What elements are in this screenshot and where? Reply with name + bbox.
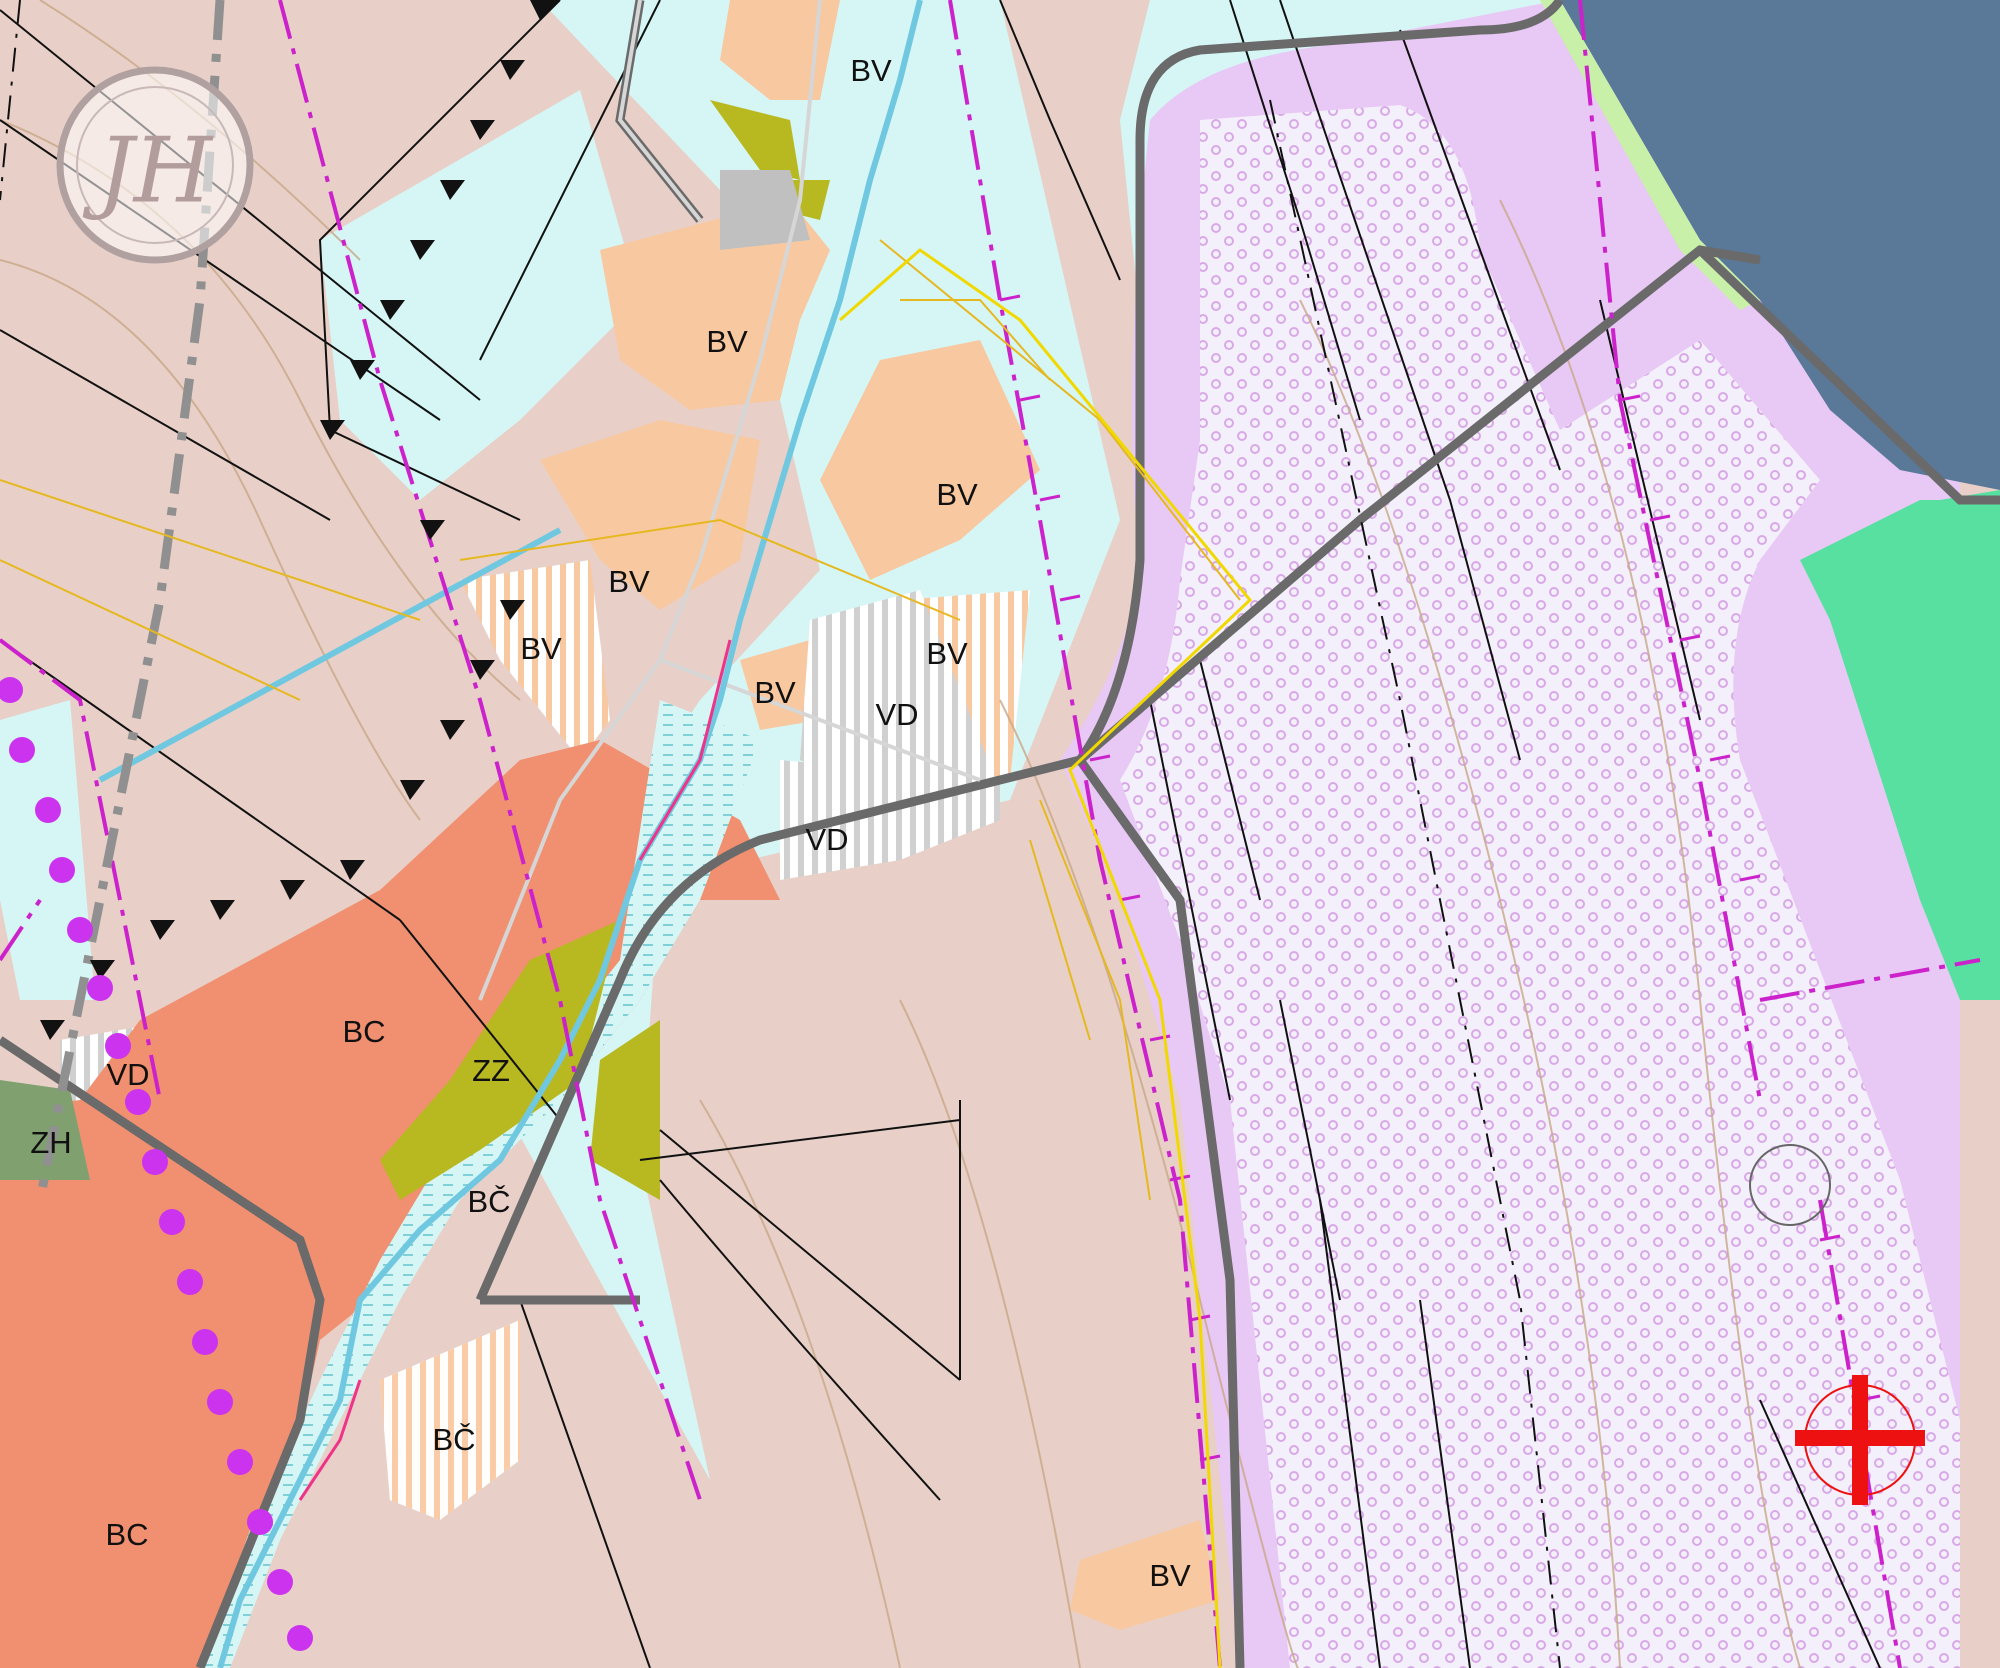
zone-label-bv: BV xyxy=(706,324,748,359)
zone-label-bc-hacek: BČ xyxy=(432,1422,475,1457)
zone-label-bv: BV xyxy=(850,53,892,88)
zone-label-bc-hacek: BČ xyxy=(467,1184,510,1219)
zone-label-zz: ZZ xyxy=(472,1053,510,1088)
zone-label-bc: BC xyxy=(105,1517,148,1552)
land-use-plan-map: JH BV BV BV BV BV BV BV BV VD VD VD BC B… xyxy=(0,0,2000,1668)
zone-label-vd: VD xyxy=(805,822,848,857)
logo-monogram: JH xyxy=(82,118,214,223)
zone-label-bv: BV xyxy=(520,631,562,666)
zone-label-bv: BV xyxy=(754,675,796,710)
logo: JH xyxy=(56,66,254,264)
zone-label-bv: BV xyxy=(936,477,978,512)
zone-label-zh: ZH xyxy=(30,1125,71,1160)
zone-label-bv: BV xyxy=(926,636,968,671)
zone-label-bc: BC xyxy=(342,1014,385,1049)
zone-label-vd: VD xyxy=(875,697,918,732)
zone-label-bv: BV xyxy=(1149,1558,1191,1593)
zone-label-vd: VD xyxy=(106,1057,149,1092)
zone-label-bv: BV xyxy=(608,564,650,599)
